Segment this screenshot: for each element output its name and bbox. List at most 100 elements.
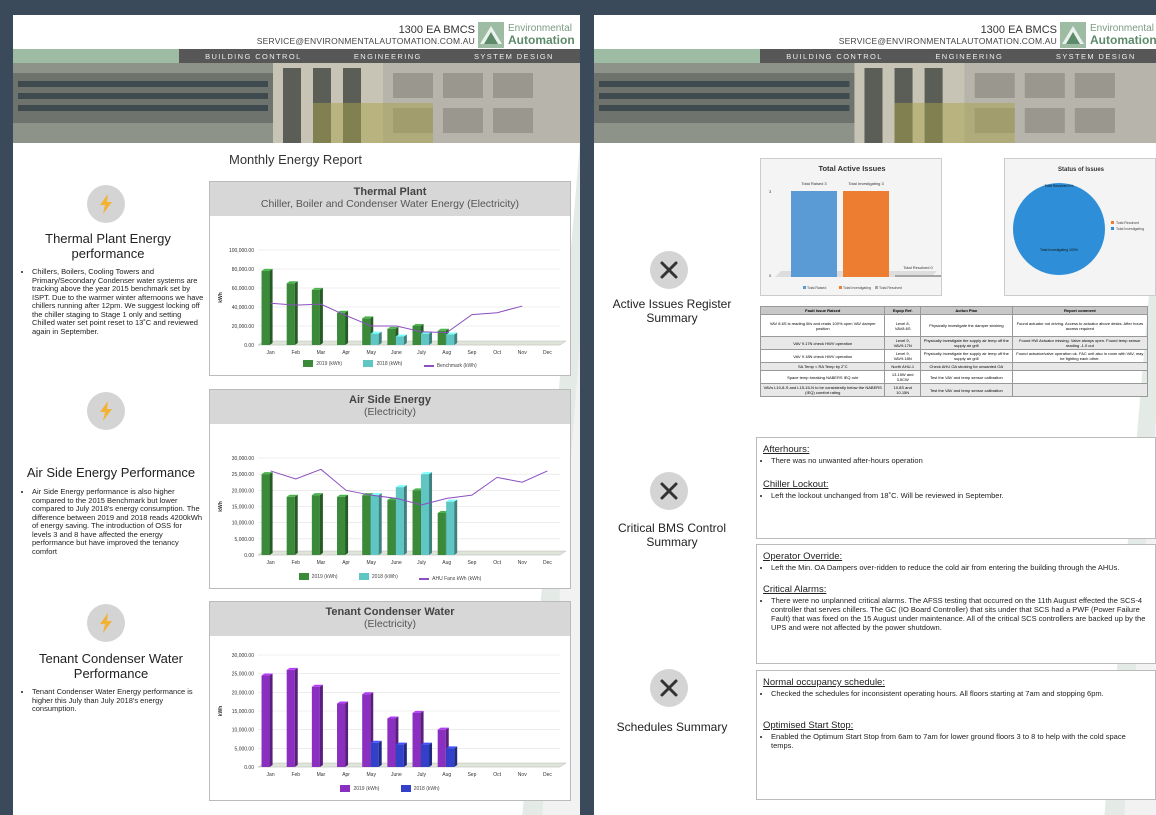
wrench-screwdriver-icon (650, 472, 688, 510)
y-tick-label: 60,000.00 (232, 286, 254, 292)
section-title: Critical BMS Control Summary (617, 521, 727, 549)
bar-side (403, 742, 407, 767)
data-label: Total Investigating 3 (848, 181, 884, 186)
x-tick-label: June (391, 350, 402, 356)
bar (261, 270, 270, 345)
box-heading: Operator Override: (763, 551, 843, 562)
bar (446, 334, 455, 345)
x-tick-label: Mar (317, 772, 326, 778)
bar-side (378, 740, 382, 767)
active-issues-plot: Total Active Issues 3 0 Total Raised 3 Total… (769, 164, 941, 290)
bar (395, 744, 404, 767)
bar (420, 474, 430, 555)
legend-swatch (875, 286, 878, 289)
table-row: SA Temp < RA Temp by 2˚C North AHU-1 Check… (759, 362, 1149, 371)
y-tick-label: 30,000.00 (232, 653, 254, 659)
section-title: Active Issues Register Summary (612, 297, 732, 325)
y-tick-label: 15,000.00 (232, 505, 254, 511)
legend-swatch (340, 785, 351, 792)
company-logo: Environmental Automation (478, 22, 575, 48)
legend-swatch (803, 286, 806, 289)
nav-engineering: ENGINEERING (935, 51, 1004, 61)
bar (437, 512, 446, 555)
x-tick-label: Mar (317, 350, 326, 356)
logo-text-line2: Automation (508, 33, 575, 47)
email-address: SERVICE@ENVIRONMENTALAUTOMATION.COM.AU (838, 36, 1057, 46)
total-active-issues-chart: Total Active Issues 3 0 Total Raised 3 Total… (760, 158, 942, 296)
legend-swatch (1111, 227, 1114, 230)
phone-number: 1300 EA BMCS (980, 24, 1057, 36)
section-text: Air Side Energy performance is also high… (23, 487, 203, 556)
nav-building-control: BUILDING CONTROL (786, 51, 883, 61)
legend-swatch (1111, 221, 1114, 224)
chart-title: Status of Issues (1058, 167, 1105, 173)
y-axis-label: kWh (218, 706, 224, 717)
header-nav: BUILDING CONTROL ENGINEERING SYSTEM DESI… (760, 49, 1156, 63)
y-tick-label: 30,000.00 (232, 456, 254, 462)
bar (286, 669, 295, 767)
bar (420, 744, 430, 767)
tenant-condenser-plot: 30,000.00 25,000.00 20,000.00 15,000.00 10,0… (218, 653, 567, 778)
y-tick-label: 0 (769, 273, 772, 278)
x-tick-label: Feb (291, 772, 300, 778)
bar (311, 289, 320, 345)
x-tick-label: Oct (493, 350, 501, 356)
nav-system-design: SYSTEM DESIGN (474, 51, 554, 61)
x-tick-label: Oct (493, 772, 501, 778)
bar-side (429, 331, 433, 345)
bar (286, 496, 295, 555)
x-tick-label: Sep (467, 772, 476, 778)
chart-title: Total Active Issues (818, 164, 885, 173)
legend-label: Total Resolved (1116, 221, 1139, 225)
bar (412, 326, 421, 345)
section-title: Schedules Summary (616, 720, 728, 734)
tenant-condenser-water-chart: Tenant Condenser Water (Electricity) 30,0… (209, 601, 571, 801)
box-text: Left the Min. OA Dampers over-ridden to … (771, 563, 1149, 572)
x-tick-label: May (367, 560, 377, 566)
x-tick-label: Mar (317, 560, 326, 566)
x-tick-label: May (367, 772, 377, 778)
phone-number: 1300 EA BMCS (398, 24, 475, 36)
chart-floor (257, 762, 567, 768)
data-label: Total Raised 3 (801, 181, 827, 186)
logo-text-line2: Automation (1090, 33, 1156, 47)
pie-slice (1013, 183, 1105, 275)
wrench-screwdriver-icon (650, 251, 688, 289)
chart-floor (257, 340, 567, 346)
air-side-plot: 30,000.00 25,000.00 20,000.00 15,000.00 10,0… (218, 456, 567, 566)
bar-side (294, 494, 298, 555)
bar-side (319, 493, 323, 555)
bar-side (378, 493, 382, 555)
bar (337, 496, 346, 555)
bar (370, 742, 379, 767)
bar (362, 495, 371, 555)
bar (446, 748, 455, 767)
header-nav: BUILDING CONTROL ENGINEERING SYSTEM DESI… (179, 49, 580, 63)
data-label: Total Resolved 0% (1045, 184, 1074, 188)
bar-side (269, 268, 273, 345)
legend-label: Total Investigating (1116, 227, 1144, 231)
chart-legend: 2019 (kWh) 2018 (kWh) AHU Fans kWh (kWh) (210, 573, 570, 582)
legend-swatch (400, 785, 411, 792)
x-tick-label: Aug (442, 560, 451, 566)
legend-label: Total Investigating (843, 286, 871, 290)
bar-side (319, 684, 323, 767)
x-tick-label: Dec (543, 772, 552, 778)
building-banner-image (594, 63, 1156, 143)
bar-side (294, 667, 298, 767)
bar (395, 336, 404, 345)
x-tick-label: May (367, 350, 377, 356)
email-address: SERVICE@ENVIRONMENTALAUTOMATION.COM.AU (256, 36, 475, 46)
x-tick-label: Dec (543, 350, 552, 356)
thermal-plant-chart: Thermal Plant Chiller, Boiler and Condens… (209, 181, 571, 376)
box-heading: Optimised Start Stop: (763, 720, 854, 731)
y-tick-label: 0.00 (244, 343, 254, 349)
x-tick-label: Apr (342, 772, 350, 778)
bar (261, 474, 270, 555)
table-row: VAV 8.6S is reading 0l/s and reads 100% … (759, 314, 1149, 337)
bar (311, 495, 320, 555)
legend-swatch (419, 578, 430, 580)
x-tick-label: Nov (518, 772, 527, 778)
company-logo: Environmental Automation (1060, 22, 1156, 48)
x-tick-label: June (391, 560, 402, 566)
